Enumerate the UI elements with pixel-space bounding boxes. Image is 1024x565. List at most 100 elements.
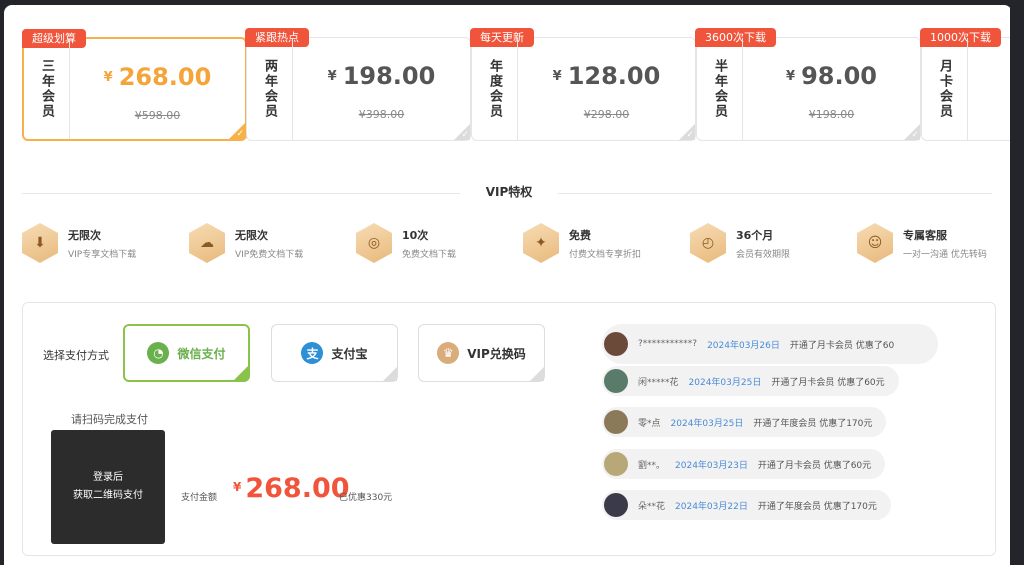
- check-icon: ✓: [236, 129, 244, 139]
- plan-price-value: 98.00: [801, 62, 877, 90]
- plan-original-price: ¥598.00: [134, 109, 181, 122]
- feed-text: 开通了月卡会员 优惠了60: [789, 340, 895, 351]
- cloud-download-icon: ☁: [189, 223, 225, 263]
- feed-user-name: 劉**。: [638, 460, 666, 471]
- user-avatar: [604, 493, 628, 517]
- plan-name: 三年会员: [39, 59, 54, 119]
- plan-card-three-year[interactable]: 超级划算 三年会员 ¥268.00 ¥598.00 ✓: [22, 29, 247, 141]
- plan-price-value: 198.00: [342, 62, 436, 90]
- feed-user-name: 零*点: [638, 418, 661, 429]
- privilege-title: 无限次: [235, 229, 268, 242]
- plan-name-column: 年度会员: [472, 38, 518, 140]
- feed-date: 2024年03月23日: [675, 460, 748, 471]
- currency-symbol: ¥: [786, 69, 796, 84]
- plan-price: ¥198.00: [293, 62, 470, 90]
- ticket-icon: ✦: [523, 223, 559, 263]
- crown-icon: ♛: [437, 342, 460, 364]
- currency-symbol: ¥: [552, 69, 562, 84]
- privilege-desc: 免费文档下载: [402, 250, 457, 260]
- feed-text: 开通了月卡会员 优惠了60元: [757, 460, 872, 471]
- plan-name-column: 月卡会员: [922, 38, 968, 140]
- feed-date: 2024年03月22日: [675, 501, 748, 512]
- privilege-desc: VIP专享文档下载: [68, 250, 137, 260]
- vip-redeem-code-button[interactable]: ♛ VIP兑换码: [418, 324, 545, 382]
- user-avatar: [604, 369, 628, 393]
- plan-name-column: 三年会员: [24, 39, 70, 139]
- feed-date: 2024年03月26日: [707, 340, 780, 351]
- user-avatar: [604, 332, 628, 356]
- feed-user-name: 闲*****花: [638, 377, 679, 388]
- user-avatar: [604, 452, 628, 476]
- privilege-desc: 一对一沟通 优先转码: [903, 250, 987, 260]
- feed-text: 开通了月卡会员 优惠了60元: [771, 377, 885, 388]
- plan-card-monthly[interactable]: 1000次下载 月卡会员 ¥: [920, 28, 1012, 141]
- plan-price-value: 268.00: [118, 63, 212, 91]
- privilege-title: 10次: [402, 229, 429, 242]
- feed-user-name: ?***********?: [638, 339, 698, 349]
- check-icon: ✓: [461, 130, 469, 140]
- discount-text: 已优惠330元: [339, 493, 393, 503]
- selected-corner: [234, 366, 248, 380]
- plan-card-annual[interactable]: 每天更新 年度会员 ¥128.00 ¥298.00 ✓: [470, 28, 696, 141]
- currency-symbol: ¥: [327, 69, 337, 84]
- payment-amount-value: 268.00: [245, 473, 350, 504]
- wechat-icon: ◔: [147, 342, 170, 364]
- qr-get-code-text: 获取二维码支付: [73, 490, 143, 501]
- plan-name: 两年会员: [262, 59, 277, 119]
- plan-list: 超级划算 三年会员 ¥268.00 ¥598.00 ✓ 紧跟热点 两年会员 ¥1…: [22, 28, 1012, 147]
- plan-name-column: 半年会员: [697, 38, 743, 140]
- plan-price: ¥: [968, 62, 1012, 90]
- privilege-title: 专属客服: [903, 229, 947, 242]
- page-frame: 超级划算 三年会员 ¥268.00 ¥598.00 ✓ 紧跟热点 两年会员 ¥1…: [0, 0, 1024, 565]
- alipay-icon: 支: [301, 342, 324, 364]
- currency-symbol: ¥: [233, 480, 242, 494]
- plan-name: 半年会员: [712, 59, 727, 119]
- privilege-title: 36个月: [736, 229, 774, 242]
- plan-price-value: 128.00: [567, 62, 661, 90]
- privilege-item: ◴ 36个月 会员有效期限: [690, 223, 850, 265]
- wechat-pay-button[interactable]: ◔ 微信支付: [123, 324, 250, 382]
- scan-label: 请扫码完成支付: [71, 413, 148, 426]
- purchase-feed-item: ?***********? 2024年03月26日 开通了月卡会员 优惠了60: [602, 324, 938, 364]
- purchase-feed-item: 朵**花 2024年03月22日 开通了年度会员 优惠了170元: [602, 490, 891, 520]
- privilege-item: ⬇ 无限次 VIP专享文档下载: [22, 223, 182, 265]
- plan-price: ¥268.00: [70, 63, 245, 91]
- download-icon: ⬇: [22, 223, 58, 263]
- plan-original-price: ¥298.00: [583, 108, 630, 121]
- plan-card-half-year[interactable]: 3600次下载 半年会员 ¥98.00 ¥198.00 ✓: [695, 28, 921, 141]
- free-icon: ◎: [356, 223, 392, 263]
- plan-name: 年度会员: [487, 59, 502, 119]
- privilege-item: ☁ 无限次 VIP免费文档下载: [189, 223, 349, 265]
- pay-method-label: 微信支付: [177, 346, 226, 361]
- privilege-desc: VIP免费文档下载: [235, 250, 304, 260]
- clock-icon: ◴: [690, 223, 726, 263]
- amount-label: 支付金额: [181, 493, 218, 503]
- feed-text: 开通了年度会员 优惠了170元: [757, 501, 877, 512]
- payment-amount: ¥268.00: [233, 473, 350, 504]
- headset-icon: ☺: [857, 223, 893, 263]
- card-corner: [530, 367, 544, 381]
- privilege-title: 免费: [569, 229, 591, 242]
- purchase-feed-item: 零*点 2024年03月25日 开通了年度会员 优惠了170元: [602, 407, 887, 437]
- plan-original-price: ¥398.00: [358, 108, 405, 121]
- privilege-desc: 付费文档专享折扣: [569, 250, 642, 260]
- check-icon: ✓: [686, 130, 694, 140]
- privilege-item: ◎ 10次 免费文档下载: [356, 223, 516, 265]
- feed-date: 2024年03月25日: [670, 418, 744, 429]
- vip-section-title: VIP特权: [460, 183, 558, 200]
- alipay-button[interactable]: 支 支付宝: [271, 324, 398, 382]
- vip-purchase-modal: 超级划算 三年会员 ¥268.00 ¥598.00 ✓ 紧跟热点 两年会员 ¥1…: [4, 5, 1012, 565]
- check-icon: ✓: [911, 130, 919, 140]
- pay-method-label: 支付宝: [331, 346, 368, 361]
- privilege-item: ☺ 专属客服 一对一沟通 优先转码: [857, 223, 1012, 265]
- plan-price: ¥98.00: [743, 62, 920, 90]
- feed-user-name: 朵**花: [638, 501, 666, 512]
- purchase-feed-item: 劉**。 2024年03月23日 开通了月卡会员 优惠了60元: [602, 449, 886, 479]
- plan-name-column: 两年会员: [247, 38, 293, 140]
- backdrop-right: [1010, 0, 1024, 565]
- feed-text: 开通了年度会员 优惠了170元: [753, 418, 873, 429]
- feed-date: 2024年03月25日: [688, 377, 762, 388]
- qr-code-placeholder[interactable]: 登录后 获取二维码支付: [51, 430, 165, 544]
- plan-card-two-year[interactable]: 紧跟热点 两年会员 ¥198.00 ¥398.00 ✓: [245, 28, 471, 141]
- payment-method-label: 选择支付方式: [43, 349, 109, 362]
